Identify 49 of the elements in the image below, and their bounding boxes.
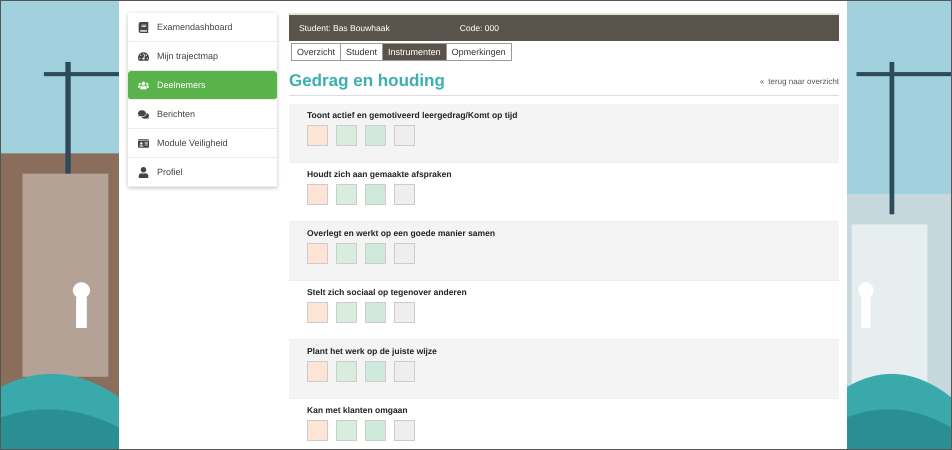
users-icon [138,80,149,90]
rating-option[interactable] [336,243,357,264]
rating-option[interactable] [307,243,328,264]
rating-option[interactable] [394,302,415,323]
rating-option[interactable] [394,184,415,205]
tab[interactable]: Opmerkingen [446,43,512,61]
tab[interactable]: Instrumenten [382,43,447,61]
gauge-icon [138,50,149,62]
criterion-label: Kan met klanten omgaan [307,405,409,415]
rating-option[interactable] [365,125,386,146]
sidebar-item[interactable]: Profiel [128,158,277,187]
rating-option[interactable] [307,361,328,382]
rating-option[interactable] [336,184,357,205]
id-card-icon [138,138,149,148]
rating-option[interactable] [307,420,328,441]
page-title: Gedrag en houding [289,71,445,91]
back-link[interactable]: « terug naar overzicht [760,76,839,86]
rating-option[interactable] [394,420,415,441]
rating-option[interactable] [394,125,415,146]
rating-option[interactable] [336,361,357,382]
student-name: Student: Bas Bouwhaak [299,23,390,33]
rating-option[interactable] [336,420,357,441]
rating-option[interactable] [307,302,328,323]
sidebar-item[interactable]: Mijn trajectmap [128,42,277,71]
rating-option[interactable] [365,302,386,323]
book-icon [138,22,149,32]
rating-option[interactable] [365,361,386,382]
user-icon [138,166,149,178]
rating-option[interactable] [307,184,328,205]
tab[interactable]: Student [340,43,384,61]
tab[interactable]: Overzicht [291,43,342,61]
student-code: Code: 000 [460,23,499,33]
rating-option[interactable] [394,243,415,264]
rating-option[interactable] [336,302,357,323]
chat-icon [138,108,149,120]
rating-option[interactable] [365,243,386,264]
sidebar-item[interactable]: Berichten [128,100,277,129]
rating-option[interactable] [336,125,357,146]
criterion-label: Houdt zich aan gemaakte afspraken [307,169,453,179]
criterion-label: Plant het werk op de juiste wijze [307,346,438,356]
rating-option[interactable] [365,420,386,441]
sidebar-item[interactable]: Examendashboard [128,13,277,42]
criterion-label: Overlegt en werkt op een goede manier samen [307,228,496,238]
sidebar-item[interactable]: Module Veiligheid [128,129,277,158]
criterion-label: Stelt zich sociaal op tegenover anderen [307,287,468,297]
criterion-label: Toont actief en gemotiveerd leergedrag/Komt op tijd [307,110,518,120]
rating-option[interactable] [365,184,386,205]
rating-option[interactable] [394,361,415,382]
rating-option[interactable] [307,125,328,146]
